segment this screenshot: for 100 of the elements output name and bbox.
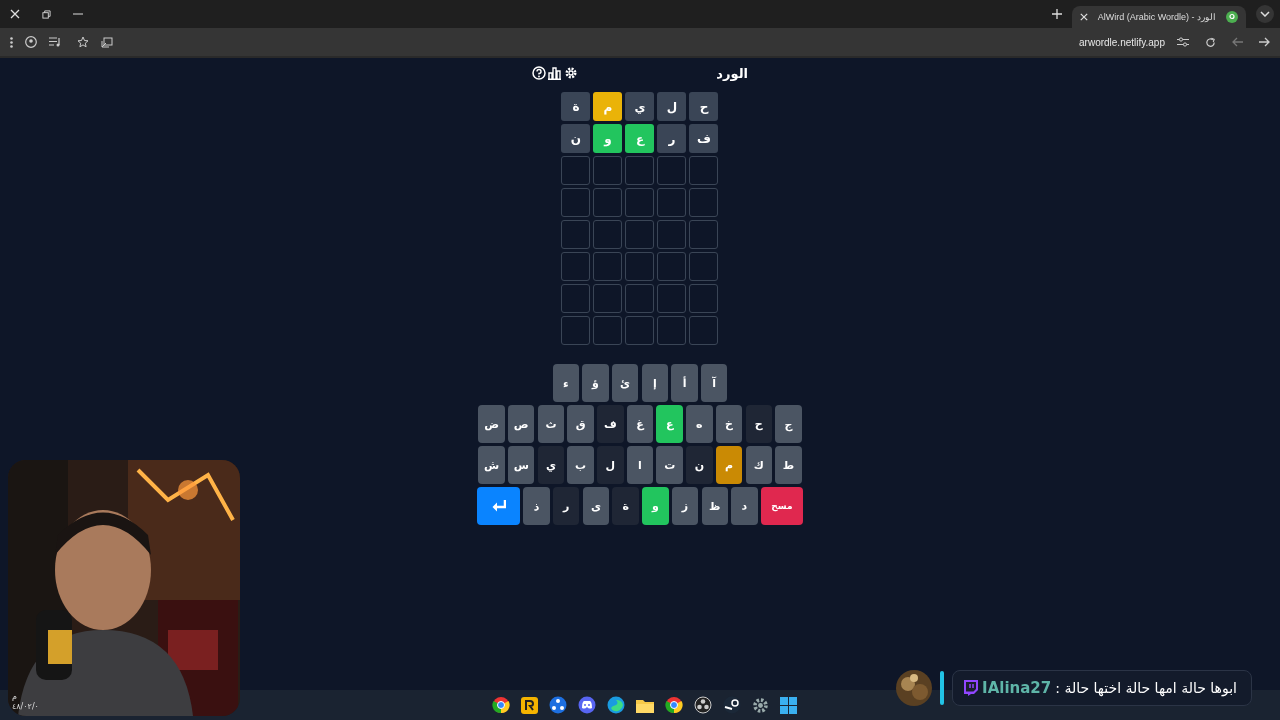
media-icon[interactable] <box>49 37 61 47</box>
empty-tile <box>657 156 687 185</box>
letter-key[interactable]: ج <box>775 405 802 443</box>
letter-key[interactable]: ن <box>686 446 713 484</box>
letter-tile: و <box>593 124 623 153</box>
empty-tile <box>561 188 591 217</box>
letter-key[interactable]: ه <box>686 405 713 443</box>
enter-icon <box>491 500 506 512</box>
letter-key[interactable]: ص <box>508 405 535 443</box>
letter-key[interactable]: ة <box>612 487 639 525</box>
chat-username: IAlina27 <box>982 679 1052 697</box>
empty-tile <box>657 284 687 313</box>
letter-tile: م <box>593 92 623 121</box>
letter-key[interactable]: ك <box>745 446 772 484</box>
obs-icon[interactable] <box>693 696 712 714</box>
letter-key[interactable]: ؤ <box>582 364 609 402</box>
favicon-icon <box>1226 11 1238 23</box>
clock-time: م <box>12 692 18 702</box>
help-icon[interactable] <box>532 66 546 80</box>
stats-icon[interactable] <box>548 66 562 80</box>
letter-key[interactable]: س <box>508 446 535 484</box>
empty-tile <box>689 188 719 217</box>
site-settings-icon[interactable] <box>1177 37 1189 47</box>
empty-tile <box>625 316 655 345</box>
empty-tile <box>561 220 591 249</box>
share-icon[interactable] <box>548 696 567 714</box>
empty-tile <box>593 284 623 313</box>
empty-tile <box>593 316 623 345</box>
close-icon[interactable] <box>1079 13 1088 21</box>
letter-tile: ن <box>561 124 591 153</box>
letter-key[interactable]: د <box>731 487 758 525</box>
letter-key[interactable]: ر <box>553 487 580 525</box>
letter-key[interactable]: ب <box>567 446 594 484</box>
empty-tile <box>561 156 591 185</box>
new-tab-icon[interactable] <box>1051 9 1062 19</box>
tab-search-button[interactable] <box>1256 5 1274 23</box>
clock-date: ٤٨/٠٢/٠ <box>12 701 39 712</box>
letter-tile: ي <box>625 92 655 121</box>
empty-tile <box>561 316 591 345</box>
letter-key[interactable]: خ <box>715 405 743 443</box>
letter-key[interactable]: ت <box>656 446 683 484</box>
restore-icon[interactable] <box>42 9 51 19</box>
letter-key[interactable]: ل <box>597 446 624 484</box>
discord-icon[interactable] <box>577 696 596 714</box>
letter-key[interactable]: ش <box>478 446 505 484</box>
letter-key[interactable]: ز <box>671 487 699 525</box>
letter-key[interactable]: ى <box>582 487 610 525</box>
empty-tile <box>561 284 591 313</box>
letter-key[interactable]: أ <box>671 364 698 402</box>
letter-key[interactable]: ظ <box>701 487 728 525</box>
browser-tab[interactable]: AlWird (Arabic Wordle) - الورد <box>1071 6 1246 28</box>
rockstar-icon[interactable] <box>520 696 538 714</box>
reload-icon[interactable] <box>1205 36 1216 48</box>
accent-bar <box>940 671 945 705</box>
caret-icon <box>1260 11 1270 17</box>
letter-key[interactable]: ذ <box>523 487 550 525</box>
letter-key[interactable]: غ <box>626 405 654 443</box>
profile-icon[interactable] <box>25 36 37 48</box>
chrome-icon[interactable] <box>491 696 510 714</box>
letter-tile: ة <box>561 92 591 121</box>
letter-key[interactable]: ئ <box>611 364 639 402</box>
letter-key[interactable]: آ <box>701 364 728 402</box>
empty-tile <box>625 252 655 281</box>
empty-tile <box>625 220 655 249</box>
menu-icon[interactable] <box>10 36 13 48</box>
empty-tile <box>657 188 687 217</box>
folder-icon[interactable] <box>635 697 654 713</box>
empty-tile <box>593 252 623 281</box>
letter-tile: ف <box>689 124 719 153</box>
enter-key[interactable] <box>477 487 521 525</box>
letter-key[interactable]: ث <box>537 405 565 443</box>
chrome-icon[interactable] <box>664 696 683 714</box>
forward-arrow-icon[interactable] <box>1259 37 1270 47</box>
empty-tile <box>657 316 687 345</box>
letter-key[interactable]: ض <box>478 405 505 443</box>
star-icon[interactable] <box>77 36 89 48</box>
empty-tile <box>689 220 719 249</box>
close-icon[interactable] <box>10 9 20 19</box>
letter-key[interactable]: ي <box>537 446 565 484</box>
settings-icon[interactable] <box>751 696 769 714</box>
letter-key[interactable]: ء <box>552 364 579 402</box>
letter-tile: ل <box>657 92 687 121</box>
back-arrow-icon[interactable] <box>1232 37 1243 47</box>
delete-key[interactable]: مسح <box>760 487 803 525</box>
letter-tile: ح <box>689 92 719 121</box>
windows-icon[interactable] <box>779 696 797 714</box>
letter-key[interactable]: ا <box>626 446 654 484</box>
letter-key[interactable]: ف <box>597 405 624 443</box>
url-field[interactable]: arwordle.netlify.app <box>1079 36 1165 48</box>
game-title: الورد <box>716 65 748 81</box>
empty-tile <box>625 188 655 217</box>
install-icon[interactable] <box>101 36 113 48</box>
letter-key[interactable]: ط <box>775 446 802 484</box>
empty-tile <box>657 220 687 249</box>
empty-tile <box>689 316 719 345</box>
letter-key[interactable]: ق <box>567 405 594 443</box>
letter-tile: ع <box>625 124 655 153</box>
letter-key[interactable]: إ <box>641 364 669 402</box>
letter-tile: ر <box>657 124 687 153</box>
letter-key[interactable]: ح <box>745 405 772 443</box>
